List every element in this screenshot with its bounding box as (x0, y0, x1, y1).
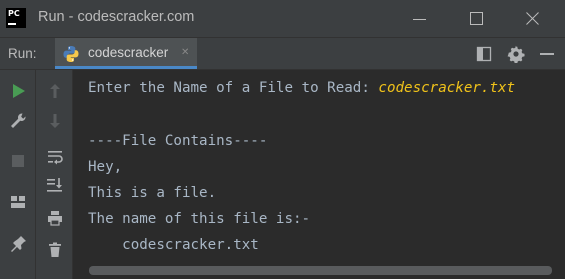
layout-icon[interactable] (8, 192, 28, 212)
print-icon[interactable] (45, 208, 65, 228)
tab-label: codescracker (88, 45, 169, 60)
arrow-down-icon[interactable] (45, 111, 65, 131)
minimize-button[interactable] (406, 6, 434, 32)
stop-icon[interactable] (8, 151, 28, 171)
console-actions-gutter (36, 70, 104, 279)
scroll-to-end-icon[interactable] (44, 175, 64, 195)
title-bar: PC Run - codescracker.com (0, 0, 565, 38)
tab-codescracker[interactable]: codescracker ✕ (55, 38, 197, 69)
restore-layout-icon[interactable] (475, 45, 493, 63)
console-line: ----File Contains---- (88, 133, 268, 149)
python-icon (63, 46, 79, 62)
run-toolbar: Run: codescracker ✕ (0, 38, 565, 70)
trash-icon[interactable] (45, 240, 65, 260)
console-line: The name of this file is:- (88, 211, 311, 227)
run-actions-gutter (0, 70, 36, 279)
rerun-icon[interactable] (8, 81, 28, 101)
gear-icon[interactable] (507, 45, 525, 63)
console-output[interactable]: Enter the Name of a File to Read: codesc… (73, 70, 565, 279)
tab-close-icon[interactable]: ✕ (181, 47, 189, 58)
pin-icon[interactable] (8, 232, 28, 252)
console-line: This is a file. (88, 185, 217, 201)
console-line: codescracker.txt (88, 237, 259, 253)
window-title: Run - codescracker.com (38, 9, 195, 25)
hide-icon[interactable] (538, 45, 556, 63)
soft-wrap-icon[interactable] (45, 147, 65, 167)
wrench-icon[interactable] (8, 111, 28, 131)
horizontal-scrollbar[interactable] (89, 266, 552, 275)
pycharm-logo-icon: PC (6, 8, 26, 28)
prompt-text: Enter the Name of a File to Read: (88, 80, 379, 96)
arrow-up-icon[interactable] (45, 81, 65, 101)
input-prompt-line: Enter the Name of a File to Read: codesc… (88, 79, 515, 97)
maximize-button[interactable] (462, 6, 490, 32)
user-input-text: codescracker.txt (378, 80, 516, 96)
close-button[interactable] (518, 6, 546, 32)
console-line: Hey, (88, 159, 123, 175)
run-label: Run: (8, 46, 37, 61)
